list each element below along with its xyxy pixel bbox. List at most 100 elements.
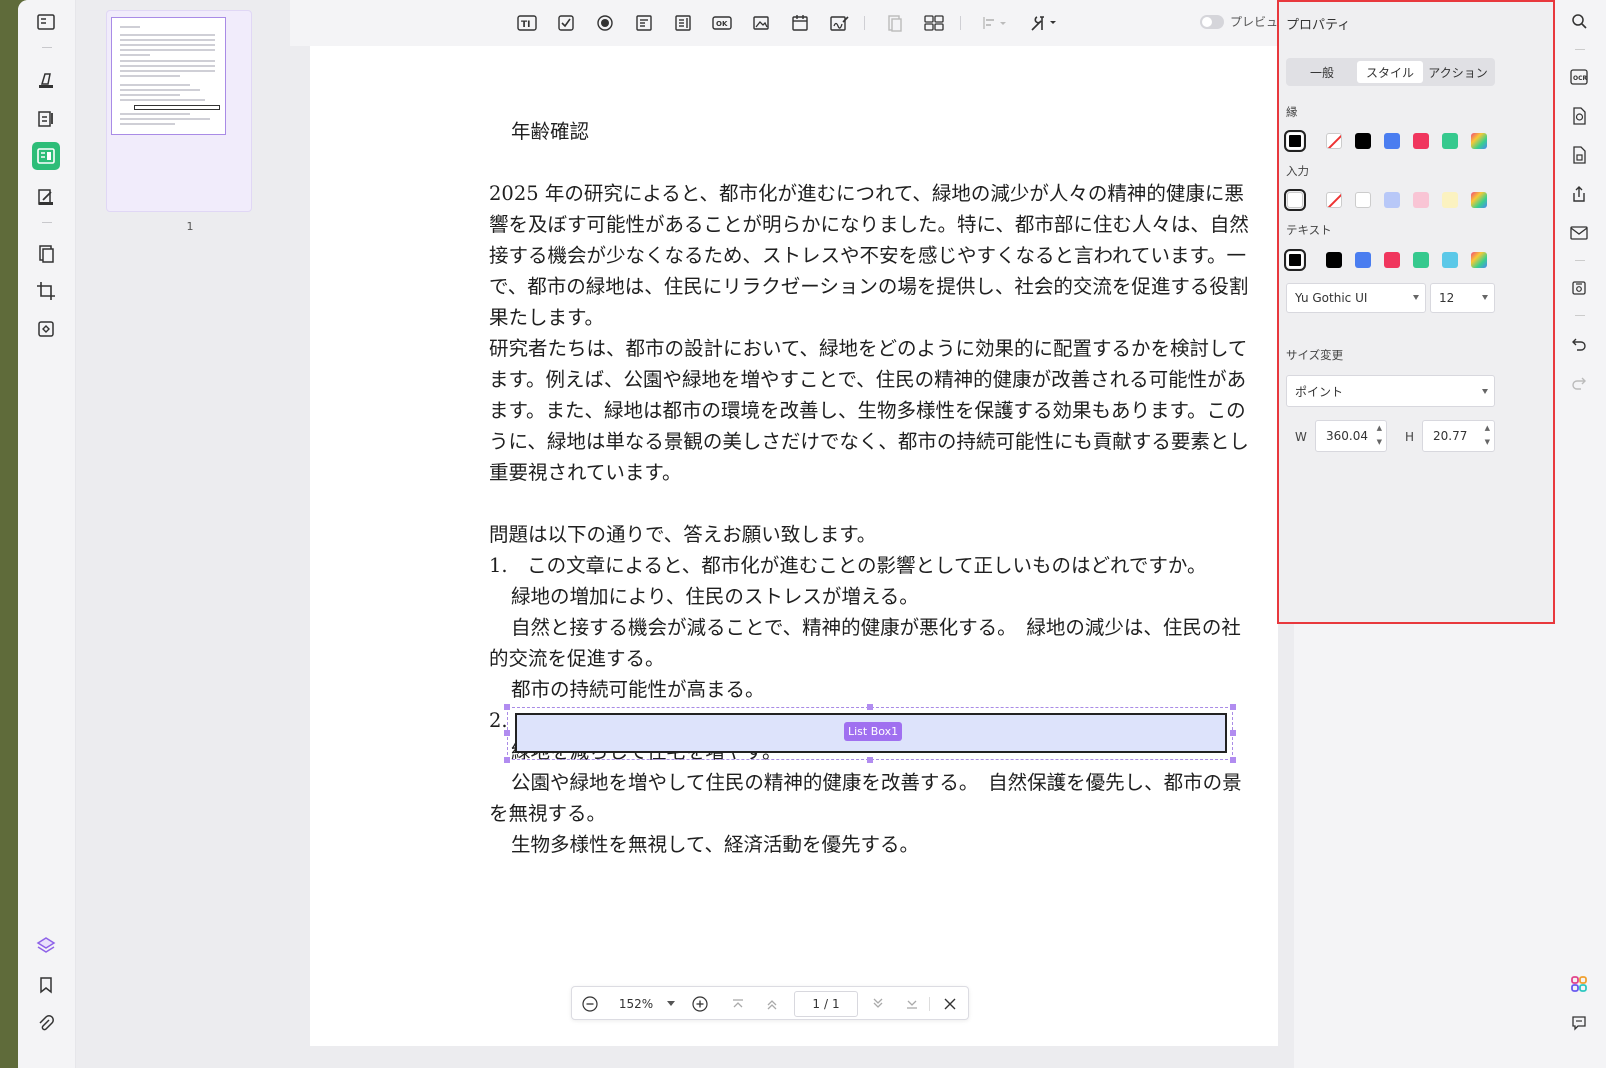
paragraph-line: ます。例えば、公園や緑地を増やすことで、住民の精神的健康が改善される可能性があ bbox=[489, 368, 1247, 391]
button-icon[interactable]: OK bbox=[709, 10, 735, 36]
tools-dropdown-icon[interactable] bbox=[1027, 10, 1061, 36]
layers-icon[interactable] bbox=[32, 931, 60, 959]
protect-icon[interactable] bbox=[1566, 142, 1592, 168]
close-icon[interactable] bbox=[940, 987, 960, 1021]
next-page-icon[interactable] bbox=[868, 987, 888, 1021]
share-icon[interactable] bbox=[1566, 181, 1592, 207]
resize-handle[interactable] bbox=[1230, 730, 1236, 736]
text-color-swatch[interactable] bbox=[1384, 252, 1400, 268]
undo-icon[interactable] bbox=[1566, 331, 1592, 357]
image-field-icon[interactable] bbox=[748, 10, 774, 36]
chevron-down-icon[interactable] bbox=[664, 987, 678, 1021]
sign-icon[interactable] bbox=[32, 183, 60, 211]
zoom-out-icon[interactable] bbox=[580, 987, 600, 1021]
redo-icon[interactable] bbox=[1566, 370, 1592, 396]
unit-select[interactable]: ポイント bbox=[1286, 375, 1495, 407]
text-color-swatch[interactable] bbox=[1326, 252, 1342, 268]
checkbox-icon[interactable] bbox=[553, 10, 579, 36]
organize-pages-icon[interactable] bbox=[32, 240, 60, 268]
date-field-icon[interactable] bbox=[787, 10, 813, 36]
spin-down-icon[interactable]: ▼ bbox=[1377, 438, 1382, 446]
spin-down-icon[interactable]: ▼ bbox=[1485, 438, 1490, 446]
current-page: 1 bbox=[812, 997, 820, 1011]
align-fields-icon[interactable] bbox=[882, 10, 908, 36]
tab-general[interactable]: 一般 bbox=[1289, 61, 1355, 83]
spin-up-icon[interactable]: ▲ bbox=[1377, 424, 1382, 432]
list-box-icon[interactable] bbox=[670, 10, 696, 36]
chevron-down-icon bbox=[1482, 389, 1488, 394]
resize-handle[interactable] bbox=[1230, 757, 1236, 763]
text-color-swatch[interactable] bbox=[1355, 252, 1371, 268]
comment-icon[interactable] bbox=[1566, 1010, 1592, 1036]
resize-handle[interactable] bbox=[504, 757, 510, 763]
text-color-swatch[interactable] bbox=[1442, 252, 1458, 268]
resize-handle[interactable] bbox=[504, 704, 510, 710]
compress-icon[interactable] bbox=[32, 315, 60, 343]
tab-style[interactable]: スタイル bbox=[1357, 61, 1423, 83]
border-color-swatch[interactable] bbox=[1442, 133, 1458, 149]
border-color-swatch[interactable] bbox=[1413, 133, 1429, 149]
convert-icon[interactable] bbox=[1566, 103, 1592, 129]
search-icon[interactable] bbox=[1566, 8, 1592, 34]
height-input[interactable]: 20.77 ▲ ▼ bbox=[1422, 420, 1495, 452]
properties-tabs: 一般 スタイル アクション bbox=[1286, 58, 1495, 86]
border-color-swatch[interactable] bbox=[1326, 133, 1342, 149]
resize-handle[interactable] bbox=[504, 730, 510, 736]
ocr-icon[interactable]: OCR bbox=[1566, 64, 1592, 90]
fill-color-swatch[interactable] bbox=[1355, 192, 1371, 208]
zoom-in-icon[interactable] bbox=[690, 987, 710, 1021]
combo-box-icon[interactable] bbox=[631, 10, 657, 36]
border-color-swatch[interactable] bbox=[1284, 130, 1306, 152]
radio-button-icon[interactable] bbox=[592, 10, 618, 36]
border-color-swatch[interactable] bbox=[1471, 133, 1487, 149]
fill-color-swatch[interactable] bbox=[1284, 189, 1306, 211]
previous-page-icon[interactable] bbox=[762, 987, 782, 1021]
ai-assistant-icon[interactable] bbox=[1566, 971, 1592, 997]
text-color-swatch[interactable] bbox=[1413, 252, 1429, 268]
paragraph-line: 響を及ぼす可能性があることが明らかになりました。特に、都市部に住む人々は、自然 bbox=[489, 213, 1249, 236]
bookmark-icon[interactable] bbox=[32, 971, 60, 999]
spin-up-icon[interactable]: ▲ bbox=[1485, 424, 1490, 432]
edit-text-icon[interactable] bbox=[32, 105, 60, 133]
signature-field-icon[interactable] bbox=[826, 10, 852, 36]
grid-view-icon[interactable] bbox=[921, 10, 947, 36]
save-icon[interactable] bbox=[1566, 275, 1592, 301]
highlight-icon[interactable] bbox=[32, 66, 60, 94]
list-box-label: List Box1 bbox=[844, 722, 903, 741]
resize-handle[interactable] bbox=[867, 757, 873, 763]
reader-icon[interactable] bbox=[32, 8, 60, 36]
page-input[interactable]: 1 / 1 bbox=[794, 991, 858, 1017]
fill-color-swatch[interactable] bbox=[1442, 192, 1458, 208]
attachment-icon[interactable] bbox=[32, 1010, 60, 1038]
zoom-level[interactable]: 152% bbox=[614, 987, 658, 1021]
question-2-option: を無視する。 bbox=[489, 802, 607, 825]
toggle-switch[interactable] bbox=[1200, 14, 1224, 29]
first-page-icon[interactable] bbox=[728, 987, 748, 1021]
divider bbox=[960, 16, 961, 30]
resize-handle[interactable] bbox=[1230, 704, 1236, 710]
form-icon[interactable] bbox=[32, 142, 60, 170]
tab-action[interactable]: アクション bbox=[1425, 61, 1491, 83]
last-page-icon[interactable] bbox=[902, 987, 922, 1021]
fill-color-swatch[interactable] bbox=[1326, 192, 1342, 208]
paragraph-line: 研究者たちは、都市の設計において、緑地をどのように効果的に配置するかを検討して bbox=[489, 337, 1248, 360]
zoom-navigation-bar: 152% 1 / 1 bbox=[571, 986, 969, 1020]
fill-color-swatch[interactable] bbox=[1384, 192, 1400, 208]
page-thumbnail[interactable] bbox=[106, 10, 252, 212]
text-color-swatch[interactable] bbox=[1471, 252, 1487, 268]
height-value: 20.77 bbox=[1433, 429, 1468, 443]
border-color-label: 縁 bbox=[1286, 105, 1298, 119]
text-color-swatch[interactable] bbox=[1284, 249, 1306, 271]
width-input[interactable]: 360.04 ▲ ▼ bbox=[1315, 420, 1387, 452]
fill-color-swatch[interactable] bbox=[1413, 192, 1429, 208]
border-color-swatch[interactable] bbox=[1384, 133, 1400, 149]
text-field-icon[interactable]: TI bbox=[514, 10, 540, 36]
crop-icon[interactable] bbox=[32, 277, 60, 305]
border-color-swatch[interactable] bbox=[1355, 133, 1371, 149]
align-left-dropdown-icon[interactable] bbox=[979, 10, 1013, 36]
mail-icon[interactable] bbox=[1566, 220, 1592, 246]
font-select[interactable]: Yu Gothic UI bbox=[1286, 283, 1426, 313]
font-size-select[interactable]: 12 bbox=[1430, 283, 1495, 313]
resize-handle[interactable] bbox=[867, 704, 873, 710]
fill-color-swatch[interactable] bbox=[1471, 192, 1487, 208]
